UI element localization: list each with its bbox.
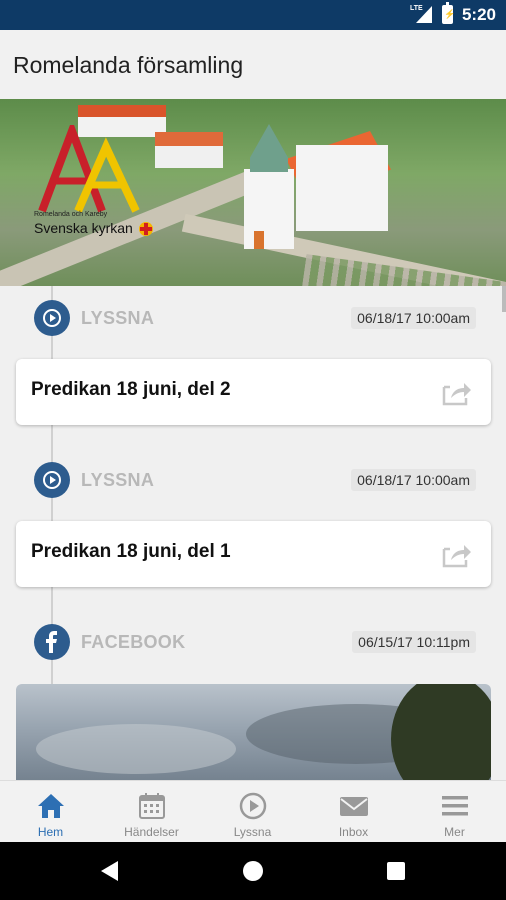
menu-icon [442, 796, 468, 816]
nav-item-inbox[interactable]: Inbox [303, 781, 404, 843]
feed-item-card[interactable]: Predikan 18 juni, del 2 [16, 359, 491, 425]
logo-subtitle: Romelanda och Kareby [34, 211, 108, 218]
home-icon [38, 794, 64, 818]
share-icon[interactable] [441, 379, 473, 407]
play-icon [34, 462, 70, 498]
signal-icon [416, 6, 432, 23]
nav-label: Inbox [338, 825, 369, 839]
system-nav-bar [0, 842, 506, 900]
share-icon[interactable] [441, 541, 473, 569]
play-circle-icon [239, 792, 267, 820]
feed-item-card[interactable]: Predikan 18 juni, del 1 [16, 521, 491, 587]
bottom-nav: Hem Händelser Lyssna Inbox Mer [0, 780, 506, 842]
feed-header-lyssna: LYSSNA 06/18/17 10:00am [0, 460, 506, 500]
timeline-feed[interactable]: LYSSNA 06/18/17 10:00am Predikan 18 juni… [0, 286, 506, 780]
play-icon [34, 300, 70, 336]
logo-name: Svenska kyrkan [34, 220, 133, 236]
facebook-post-image[interactable] [16, 684, 491, 780]
nav-item-mer[interactable]: Mer [404, 781, 505, 843]
church-tower-cap [250, 124, 288, 172]
feed-header-lyssna: LYSSNA 06/18/17 10:00am [0, 298, 506, 338]
page-title: Romelanda församling [13, 52, 244, 78]
feed-header-facebook: FACEBOOK 06/15/17 10:11pm [0, 622, 506, 662]
nav-label: Mer [444, 825, 465, 839]
feed-item-title: Predikan 18 juni, del 2 [31, 379, 231, 400]
back-icon[interactable] [101, 861, 118, 881]
logo-mark-icon [38, 125, 140, 213]
nav-item-hem[interactable]: Hem [0, 781, 101, 843]
nav-label: Lyssna [233, 825, 272, 839]
feed-type-label: LYSSNA [81, 308, 155, 328]
facebook-icon [34, 624, 70, 660]
home-button-icon[interactable] [243, 861, 263, 881]
house-building [155, 132, 223, 168]
feed-type-label: LYSSNA [81, 470, 155, 490]
feed-date: 06/18/17 10:00am [351, 469, 476, 491]
nav-label: Hem [37, 825, 64, 839]
status-bar: LTE ⚡ 5:20 [0, 0, 506, 30]
cross-icon [139, 222, 153, 236]
nav-label: Händelser [124, 825, 179, 839]
feed-item-title: Predikan 18 juni, del 1 [31, 541, 231, 562]
battery-charging-icon: ⚡ [442, 2, 455, 24]
church-logo: Romelanda och Kareby Svenska kyrkan [34, 125, 160, 243]
app-bar: Romelanda församling [0, 30, 506, 100]
status-time: 5:20 [461, 5, 496, 24]
feed-date: 06/18/17 10:00am [351, 307, 476, 329]
church-tower [244, 169, 294, 249]
recent-apps-icon[interactable] [387, 862, 405, 880]
feed-date: 06/15/17 10:11pm [352, 631, 476, 653]
nav-item-handelser[interactable]: Händelser [101, 781, 202, 843]
church-building [296, 145, 388, 231]
feed-type-label: FACEBOOK [81, 632, 186, 652]
calendar-icon [139, 793, 165, 819]
mail-icon [340, 797, 368, 816]
nav-item-lyssna[interactable]: Lyssna [202, 781, 303, 843]
